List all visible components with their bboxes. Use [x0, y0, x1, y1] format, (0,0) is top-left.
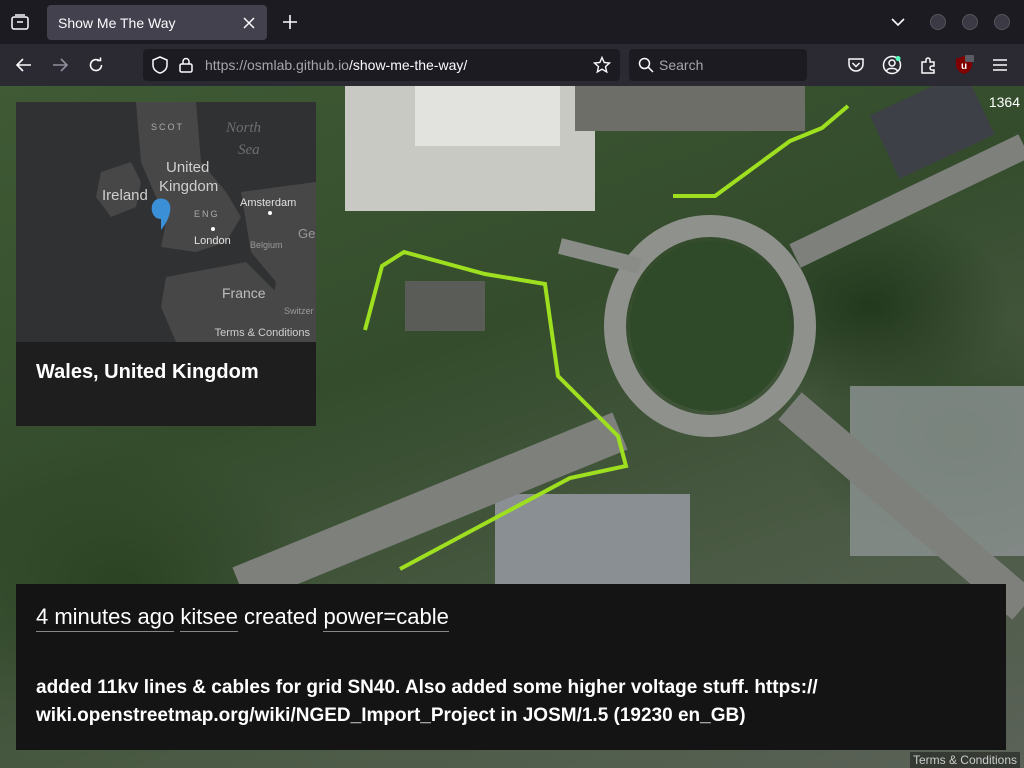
minimize-button[interactable]: [930, 14, 946, 30]
label-eng: ENG: [194, 209, 220, 219]
change-info-panel: 4 minutes ago kitsee created power=cable…: [16, 584, 1006, 750]
label-kingdom: Kingdom: [159, 178, 218, 195]
search-bar[interactable]: Search: [629, 49, 807, 81]
overview-map[interactable]: SCOT North Sea United Kingdom Ireland EN…: [16, 102, 316, 342]
car-park: [575, 86, 805, 131]
tab-strip: Show Me The Way: [0, 0, 1024, 44]
change-counter: 1364: [988, 94, 1020, 110]
map-terms-link[interactable]: Terms & Conditions: [909, 752, 1020, 768]
label-france: France: [222, 285, 266, 301]
change-tag-link[interactable]: power=cable: [323, 604, 449, 632]
reload-icon[interactable]: [84, 53, 108, 77]
ublock-icon[interactable]: u: [952, 53, 976, 77]
browser-chrome: Show Me The Way https://osmlab.github.io…: [0, 0, 1024, 86]
label-sea: Sea: [238, 142, 260, 158]
label-london: London: [194, 235, 231, 247]
url-text: https://osmlab.github.io/show-me-the-way…: [205, 57, 467, 73]
amsterdam-dot: [268, 211, 272, 215]
label-ge: Ge: [298, 226, 315, 241]
back-icon[interactable]: [12, 53, 36, 77]
close-icon[interactable]: [239, 13, 259, 33]
lock-icon[interactable]: [177, 56, 195, 74]
search-placeholder: Search: [659, 57, 704, 73]
change-summary: 4 minutes ago kitsee created power=cable: [36, 604, 449, 632]
warehouse-roof: [415, 86, 560, 146]
label-north: North: [225, 120, 261, 136]
label-ireland: Ireland: [102, 187, 148, 204]
building-small: [405, 281, 485, 331]
url-bar[interactable]: https://osmlab.github.io/show-me-the-way…: [143, 49, 620, 81]
tab-title: Show Me The Way: [58, 14, 176, 31]
place-name: Wales, United Kingdom: [36, 361, 259, 383]
tab-list-icon[interactable]: [8, 10, 32, 34]
svg-text:u: u: [961, 61, 967, 72]
account-icon[interactable]: [880, 53, 904, 77]
label-switzer: Switzer: [284, 306, 314, 316]
label-united: United: [166, 159, 209, 176]
overview-map-panel: SCOT North Sea United Kingdom Ireland EN…: [16, 102, 316, 426]
change-action: created: [243, 604, 318, 629]
maximize-button[interactable]: [962, 14, 978, 30]
close-window-button[interactable]: [994, 14, 1010, 30]
change-user-link[interactable]: kitsee: [180, 604, 238, 632]
label-belgium: Belgium: [250, 240, 283, 250]
star-icon[interactable]: [593, 56, 611, 74]
menu-icon[interactable]: [988, 53, 1012, 77]
map-page[interactable]: 1364 SCOT North Sea United Kingdom Irela…: [0, 86, 1024, 768]
roundabout-island: [630, 241, 790, 411]
forward-icon[interactable]: [48, 53, 72, 77]
change-time-link[interactable]: 4 minutes ago: [36, 604, 175, 632]
pocket-icon[interactable]: [844, 53, 868, 77]
plus-icon[interactable]: [278, 10, 302, 34]
url-path: /show-me-the-way/: [348, 57, 468, 73]
chevron-down-icon[interactable]: [888, 12, 908, 32]
url-host: https://osmlab.github.io: [205, 57, 349, 73]
tab-show-me-the-way[interactable]: Show Me The Way: [47, 5, 267, 40]
changeset-comment: added 11kv lines & cables for grid SN40.…: [36, 677, 818, 726]
label-amsterdam: Amsterdam: [240, 197, 296, 209]
search-icon: [637, 56, 655, 74]
london-dot: [211, 227, 215, 231]
label-scot: SCOT: [151, 122, 184, 132]
extensions-icon[interactable]: [916, 53, 940, 77]
shield-icon[interactable]: [151, 56, 169, 74]
window-controls: [888, 0, 1024, 44]
road-west: [558, 238, 642, 274]
minimap-terms-link[interactable]: Terms & Conditions: [215, 327, 310, 339]
